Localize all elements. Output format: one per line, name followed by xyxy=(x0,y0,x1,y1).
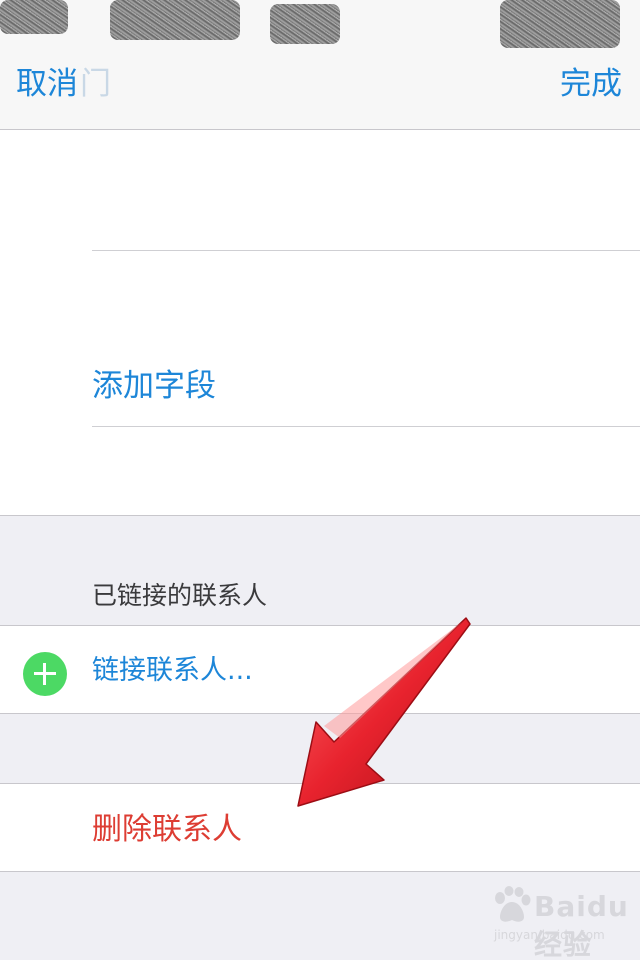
paw-logo-icon xyxy=(495,886,531,922)
delete-contact-label: 删除联系人 xyxy=(92,812,242,847)
field-separator xyxy=(92,250,640,251)
done-button[interactable]: 完成 xyxy=(560,60,622,108)
baidu-watermark: Baidu经验 jingyan.baidu.com xyxy=(492,886,632,960)
add-circle-icon[interactable] xyxy=(23,652,67,696)
annotation-arrow-icon xyxy=(297,617,471,807)
fields-group xyxy=(0,130,640,516)
cancel-button[interactable]: 取消门 xyxy=(16,60,111,108)
watermark-brand: Baidu经验 xyxy=(534,890,629,960)
nav-bar: 取消门 完成 xyxy=(0,48,640,130)
link-contact-label: 链接联系人... xyxy=(92,655,253,686)
add-field-button[interactable]: 添加字段 xyxy=(92,364,216,408)
field-separator xyxy=(92,426,640,427)
nav-ghost-text: 门 xyxy=(80,66,111,102)
section-header-linked-contacts: 已链接的联系人 xyxy=(92,581,268,610)
cancel-label: 取消 xyxy=(16,66,78,102)
status-bar xyxy=(0,0,640,48)
watermark-url: jingyan.baidu.com xyxy=(494,928,605,942)
